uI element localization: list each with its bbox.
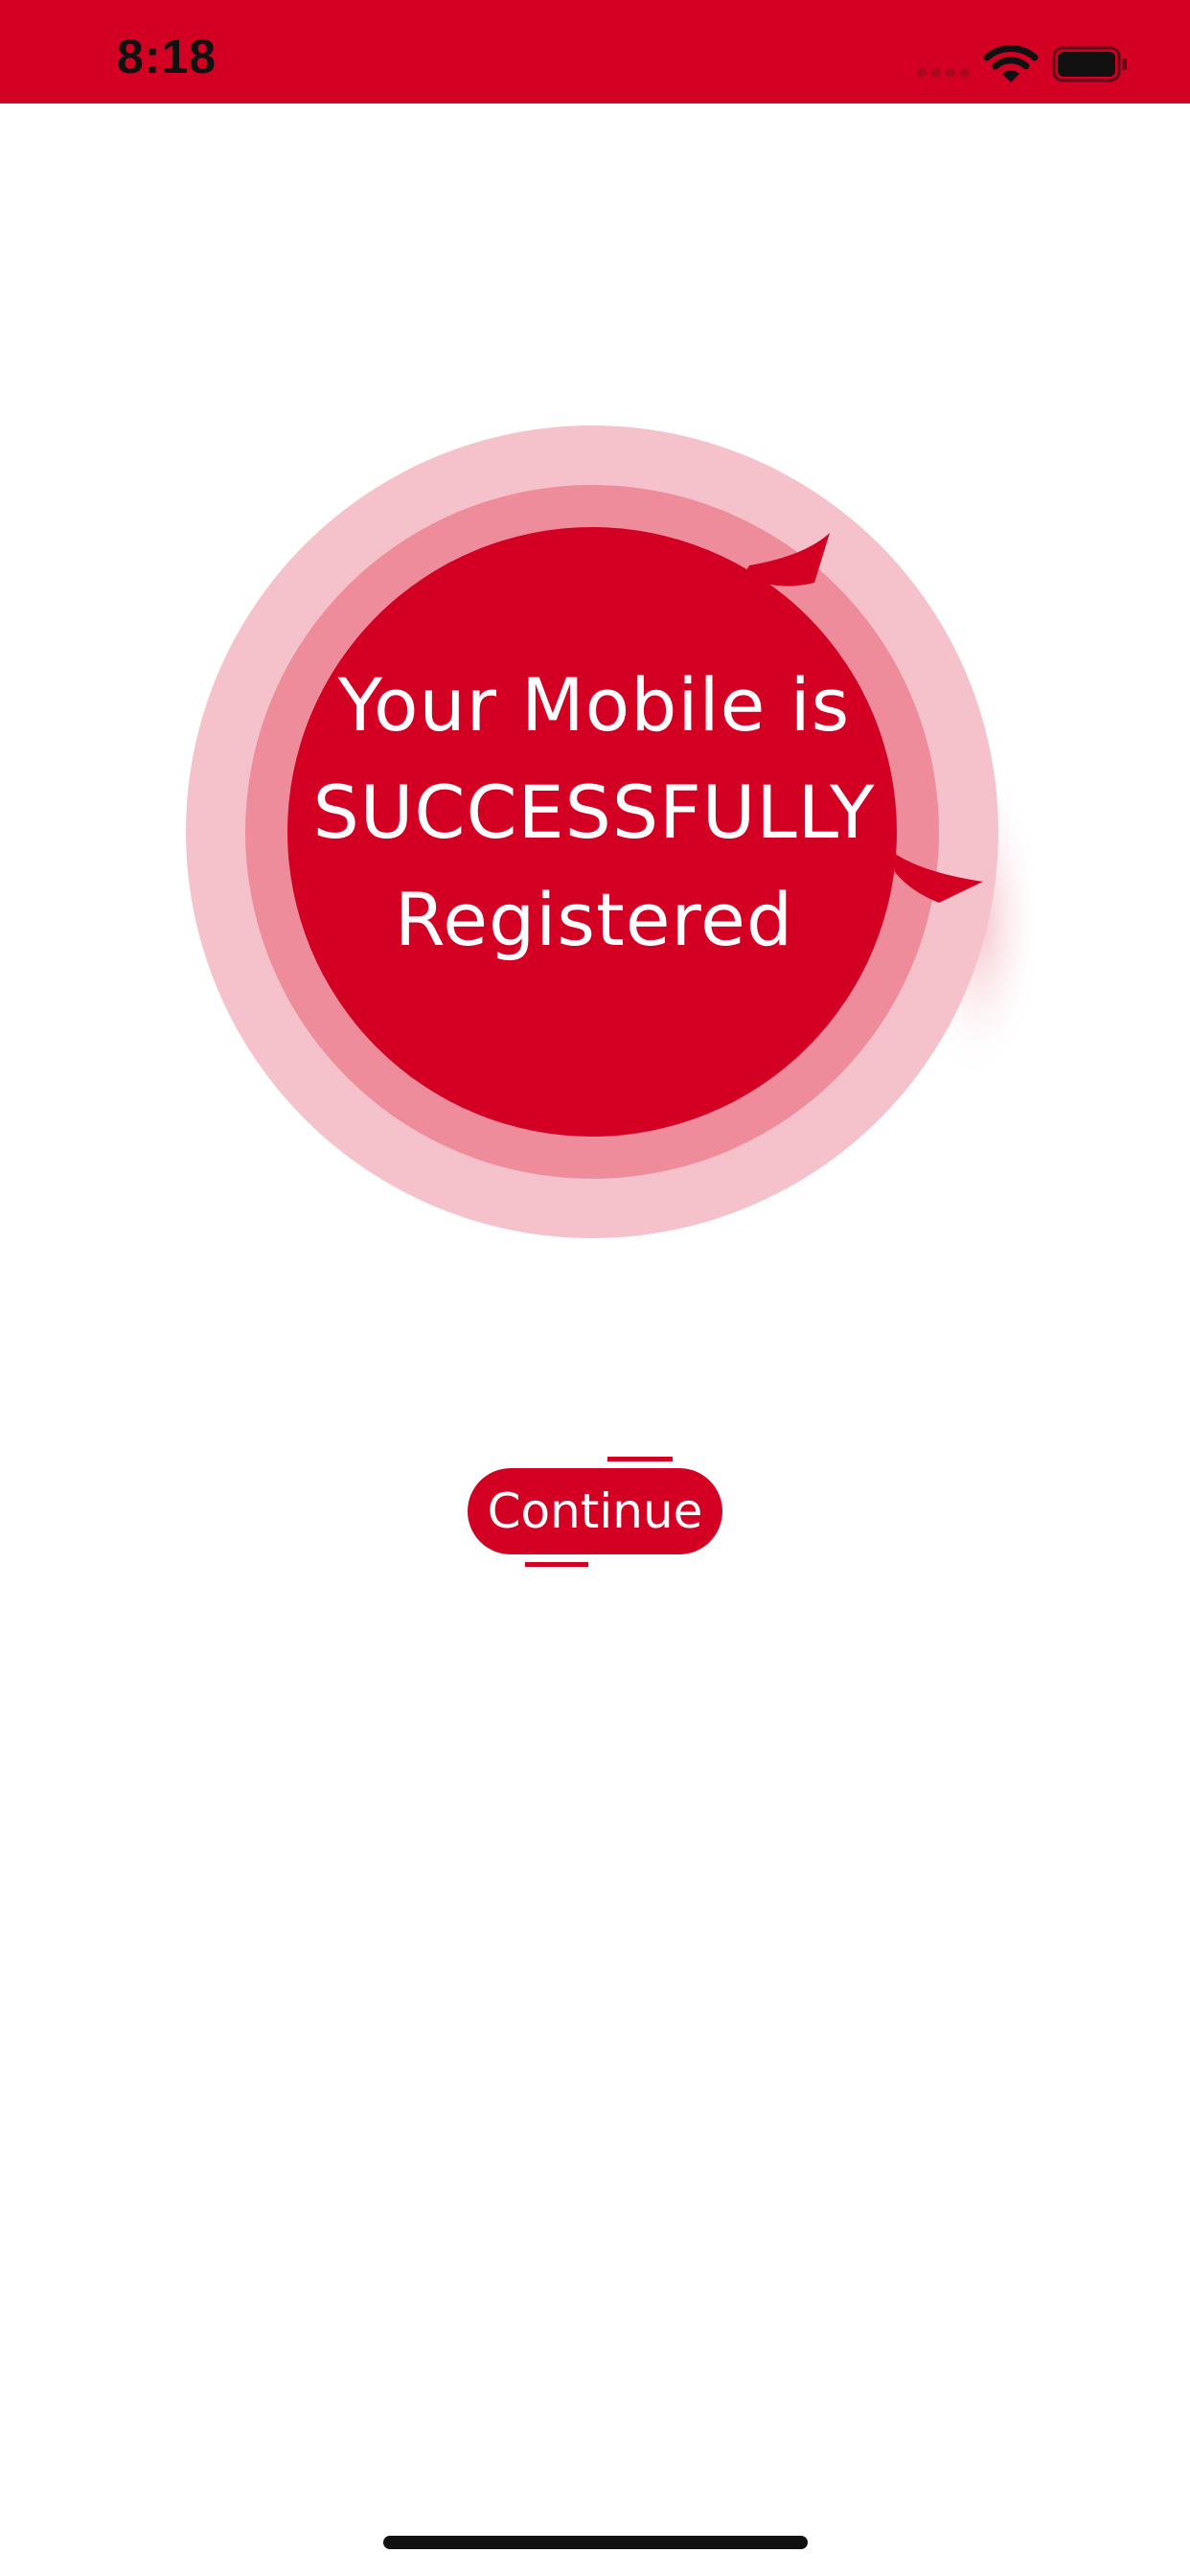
continue-area: Continue: [468, 1457, 722, 1570]
button-accent-top: [607, 1457, 673, 1461]
signal-icon: [916, 65, 972, 79]
status-bar: 8:18: [0, 0, 1190, 104]
wifi-icon: [983, 44, 1039, 84]
status-time: 8:18: [117, 30, 217, 83]
success-message: Your Mobile is SUCCESSFULLY Registered: [287, 652, 901, 974]
success-line-3: Registered: [394, 877, 794, 962]
success-line-1: Your Mobile is: [337, 662, 851, 748]
battery-icon: [1052, 46, 1129, 82]
home-indicator[interactable]: [383, 2536, 808, 2549]
button-accent-bottom: [525, 1562, 588, 1567]
success-line-2: SUCCESSFULLY: [312, 770, 876, 855]
registration-success-screen: 8:18 Your Mobile is SUCCESSFULLY Registe…: [0, 0, 1190, 2576]
continue-button[interactable]: Continue: [468, 1468, 722, 1554]
